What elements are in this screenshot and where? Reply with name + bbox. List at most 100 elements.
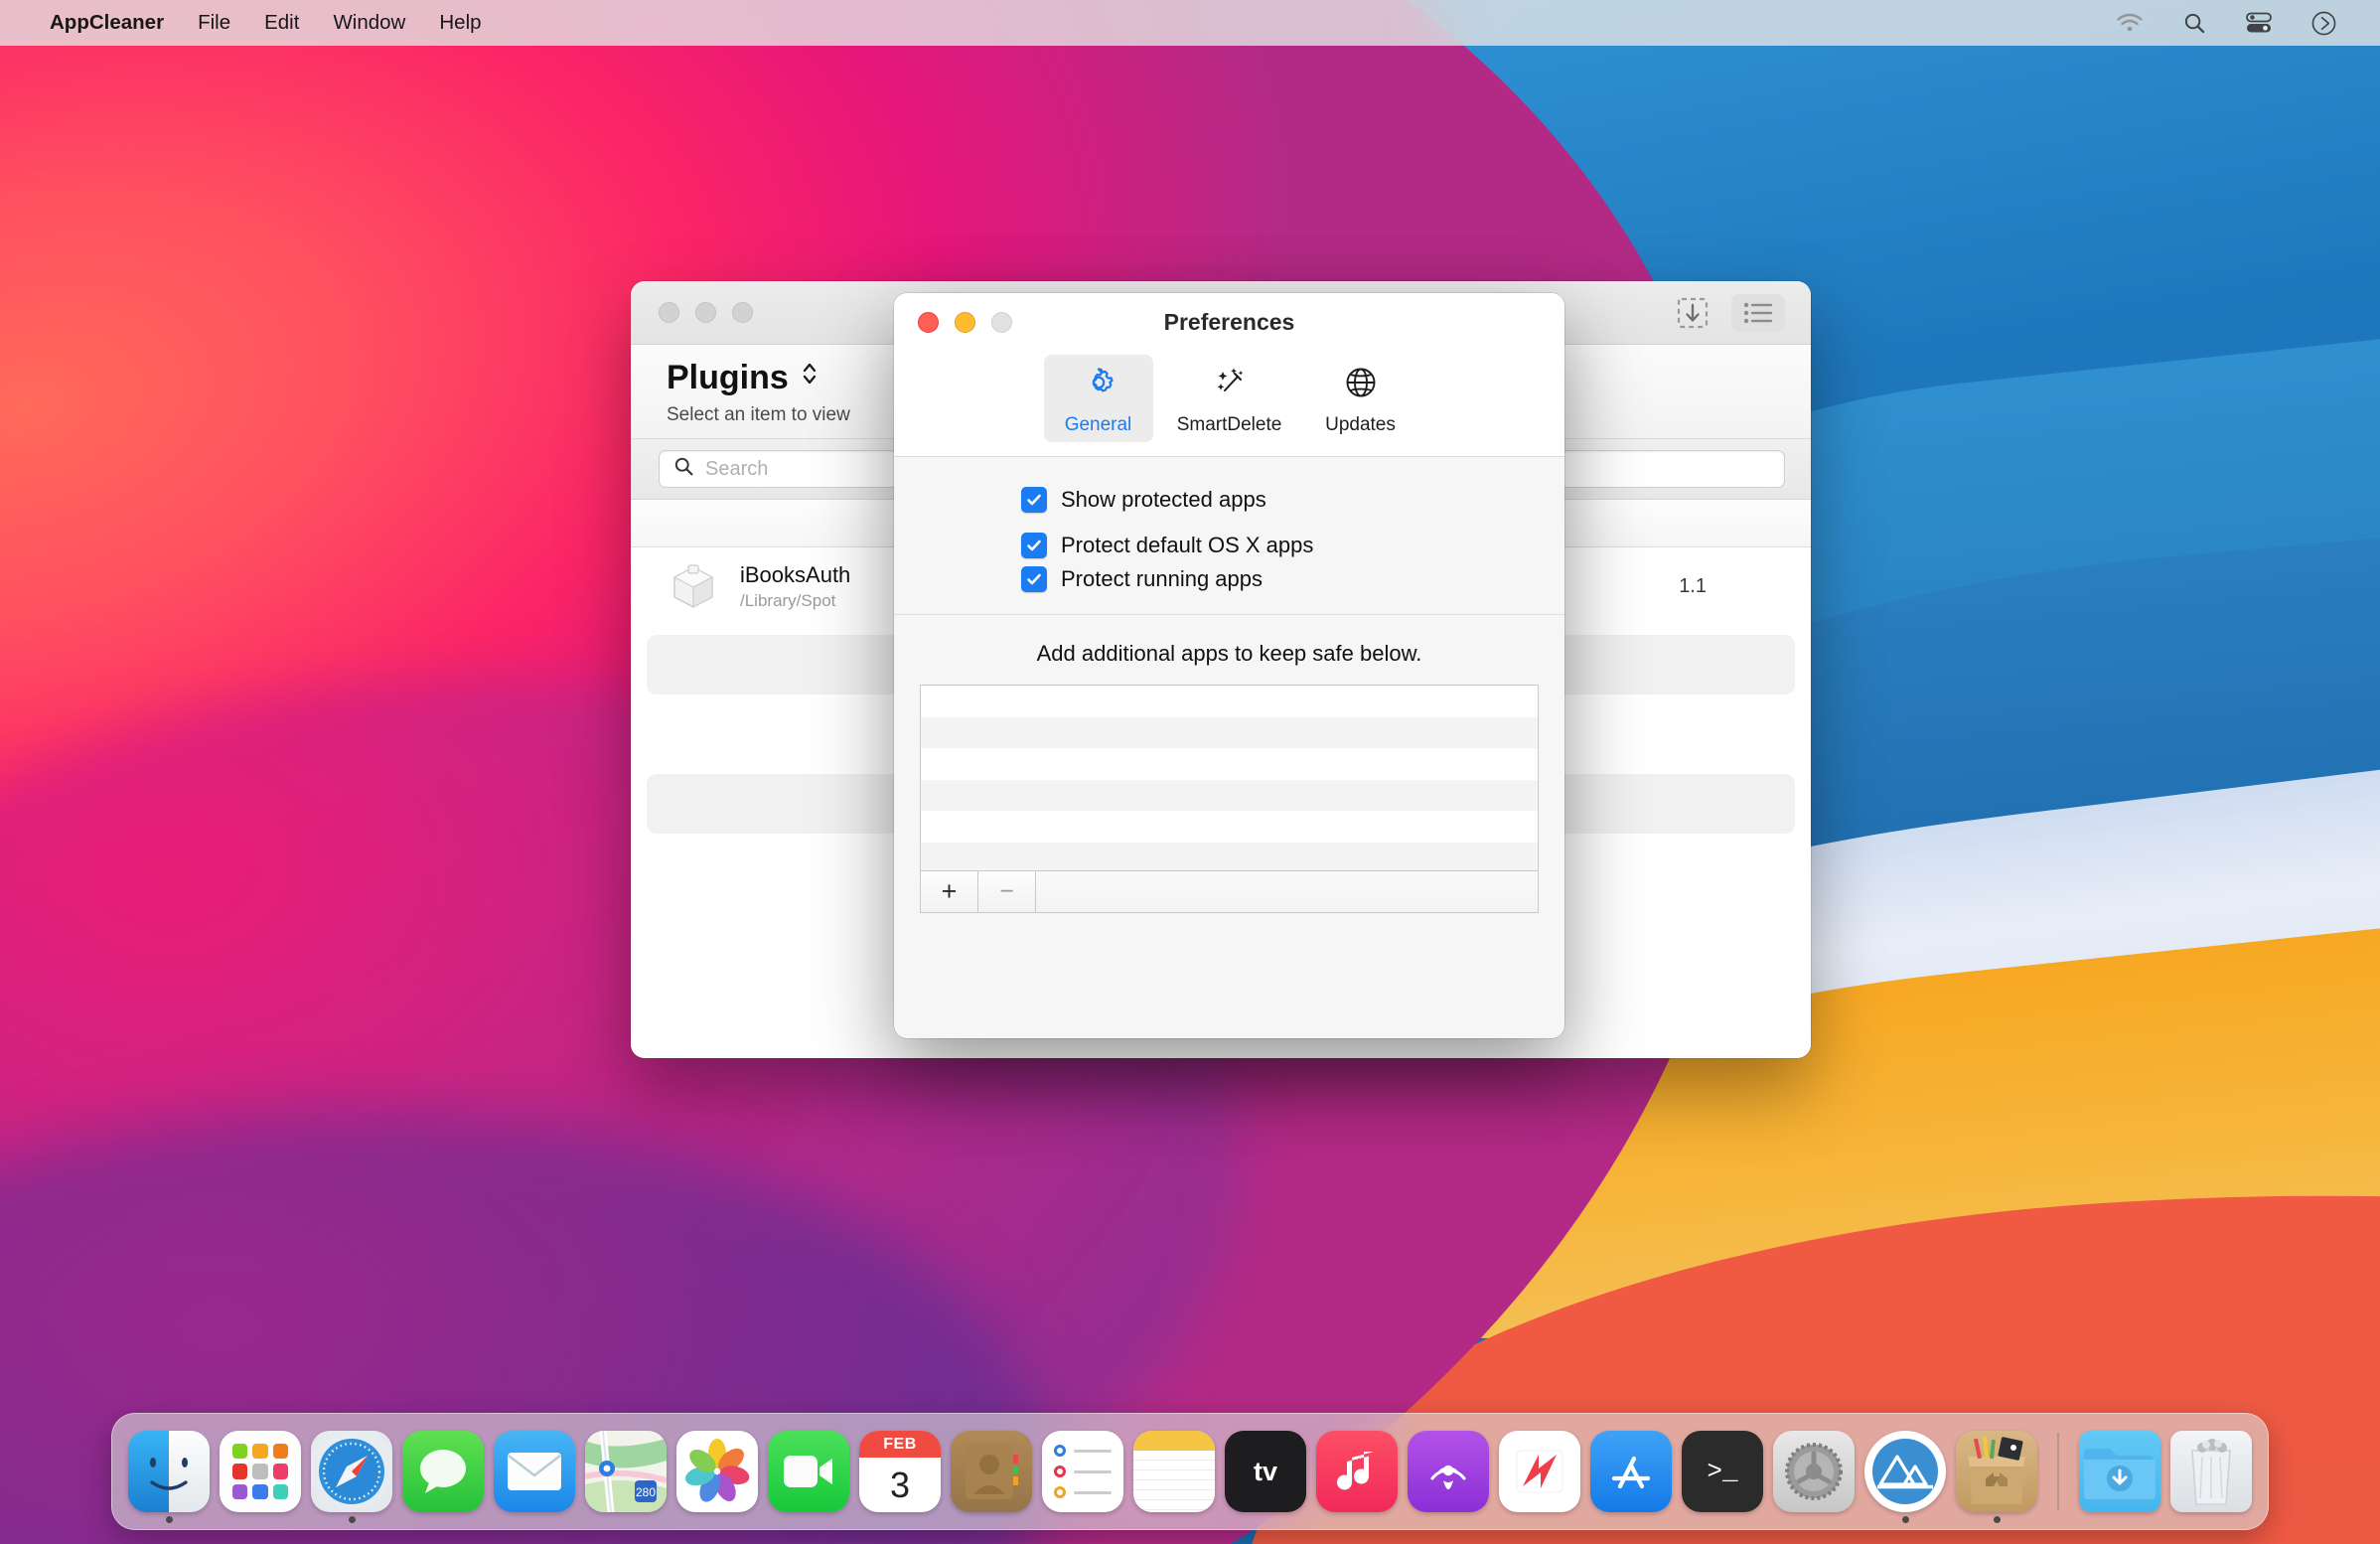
dock-item-news[interactable]	[1497, 1431, 1582, 1512]
svg-text:280: 280	[636, 1485, 656, 1499]
dock-item-finder[interactable]	[126, 1431, 212, 1523]
list-item[interactable]	[921, 842, 1538, 870]
dock-item-trash[interactable]	[2168, 1431, 2254, 1512]
dock-item-recycle-bag[interactable]	[1954, 1431, 2039, 1523]
row-path: /Library/Spot	[740, 590, 836, 610]
preferences-titlebar: Preferences	[894, 293, 1564, 351]
tab-updates-label: Updates	[1325, 414, 1396, 435]
dock-item-contacts[interactable]	[949, 1431, 1034, 1512]
recycle-bag-icon	[1956, 1431, 2037, 1512]
running-indicator	[348, 1516, 356, 1523]
list-item[interactable]	[921, 811, 1538, 843]
dock-item-notes[interactable]	[1131, 1431, 1217, 1512]
gear-icon	[1079, 363, 1118, 407]
dock-item-messages[interactable]	[400, 1431, 486, 1512]
trash-icon	[2170, 1431, 2252, 1512]
spotlight-search-icon[interactable]	[2163, 12, 2226, 35]
add-app-button[interactable]: +	[921, 871, 978, 912]
menu-item-help[interactable]: Help	[422, 11, 498, 35]
tv-glyph: tv	[1253, 1456, 1277, 1486]
list-item[interactable]	[921, 686, 1538, 717]
tab-general[interactable]: General	[1043, 355, 1153, 442]
appcleaner-toolbar	[1676, 293, 1785, 332]
calendar-icon: FEB 3	[859, 1431, 941, 1512]
list-view-icon[interactable]	[1731, 293, 1785, 332]
dock-item-calendar[interactable]: FEB 3	[857, 1431, 943, 1512]
finder-icon	[128, 1431, 210, 1512]
protected-apps-list[interactable]	[920, 685, 1539, 871]
menu-item-window[interactable]: Window	[316, 11, 422, 35]
row-name: iBooksAuth	[740, 561, 851, 587]
dock-item-downloads-folder[interactable]	[2077, 1431, 2162, 1512]
dock-separator	[2057, 1433, 2059, 1510]
safari-icon	[311, 1431, 392, 1512]
control-center-icon[interactable]	[2226, 12, 2292, 34]
dock-item-mail[interactable]	[492, 1431, 577, 1512]
mail-icon	[494, 1431, 575, 1512]
list-toolbar: + −	[920, 871, 1539, 913]
dock-item-appcleaner[interactable]	[1862, 1431, 1948, 1523]
list-item[interactable]	[921, 779, 1538, 811]
checkbox-label: Protect default OS X apps	[1061, 533, 1314, 557]
plugin-package-icon	[667, 559, 720, 613]
checkbox-label: Show protected apps	[1061, 487, 1266, 512]
tab-smartdelete[interactable]: SmartDelete	[1175, 355, 1284, 442]
dock-item-safari[interactable]	[309, 1431, 394, 1523]
appcleaner-zoom-button[interactable]	[732, 302, 753, 323]
checkbox-show-protected-apps[interactable]: Show protected apps	[894, 487, 1564, 513]
remove-app-button[interactable]: −	[978, 871, 1036, 912]
dock-item-tv[interactable]: tv	[1223, 1431, 1308, 1512]
list-item[interactable]	[921, 716, 1538, 748]
drop-target-icon[interactable]	[1676, 296, 1710, 330]
dock-item-photos[interactable]	[674, 1431, 760, 1512]
dock-item-terminal[interactable]: >_	[1680, 1431, 1765, 1512]
siri-icon[interactable]	[2292, 11, 2356, 36]
search-placeholder: Search	[705, 457, 769, 480]
contacts-icon	[951, 1431, 1032, 1512]
checkbox-spacer	[894, 513, 1564, 533]
magic-wand-icon	[1210, 363, 1250, 407]
appcleaner-icon	[1864, 1431, 1946, 1512]
dock-item-reminders[interactable]	[1040, 1431, 1125, 1512]
wifi-icon[interactable]	[2096, 13, 2163, 33]
menu-item-file[interactable]: File	[181, 11, 247, 35]
preferences-tab-bar: General SmartDelete Updates	[894, 351, 1564, 456]
dock-item-facetime[interactable]	[766, 1431, 851, 1512]
dock-item-app-store[interactable]	[1588, 1431, 1674, 1512]
dock-item-podcasts[interactable]	[1406, 1431, 1491, 1512]
add-apps-instruction: Add additional apps to keep safe below.	[1036, 641, 1422, 666]
calendar-day: 3	[889, 1464, 911, 1505]
search-icon	[673, 456, 694, 482]
menu-app-name[interactable]: AppCleaner	[50, 11, 181, 35]
terminal-glyph: >_	[1707, 1457, 1738, 1486]
chevron-up-down-icon[interactable]	[801, 359, 818, 397]
running-indicator	[1901, 1516, 1909, 1523]
globe-icon	[1341, 363, 1381, 407]
dock-item-launchpad[interactable]	[218, 1431, 303, 1512]
appcleaner-minimize-button[interactable]	[695, 302, 716, 323]
dock-item-music[interactable]	[1314, 1431, 1400, 1512]
appcleaner-close-button[interactable]	[659, 302, 679, 323]
music-icon	[1316, 1431, 1398, 1512]
messages-icon	[402, 1431, 484, 1512]
checkbox-protect-running-apps[interactable]: Protect running apps	[894, 566, 1564, 592]
list-item[interactable]	[921, 748, 1538, 780]
tab-updates[interactable]: Updates	[1306, 355, 1415, 442]
checkbox-label: Protect running apps	[1061, 566, 1264, 591]
dock-item-maps[interactable]: 280	[583, 1431, 669, 1512]
preferences-title: Preferences	[1163, 308, 1295, 335]
checkmark-icon	[1021, 533, 1047, 558]
maps-icon: 280	[585, 1431, 667, 1512]
facetime-icon	[768, 1431, 849, 1512]
menu-bar: AppCleaner File Edit Window Help	[0, 0, 2380, 46]
menu-item-edit[interactable]: Edit	[247, 11, 316, 35]
system-preferences-icon	[1773, 1431, 1855, 1512]
reminders-icon	[1042, 1431, 1123, 1512]
news-icon	[1499, 1431, 1580, 1512]
dock-item-system-preferences[interactable]	[1771, 1431, 1857, 1512]
podcasts-icon	[1408, 1431, 1489, 1512]
app-store-icon	[1590, 1431, 1672, 1512]
terminal-icon: >_	[1682, 1431, 1763, 1512]
checkbox-protect-default-osx-apps[interactable]: Protect default OS X apps	[894, 533, 1564, 558]
preferences-checkbox-group: Show protected apps Protect default OS X…	[894, 457, 1564, 615]
